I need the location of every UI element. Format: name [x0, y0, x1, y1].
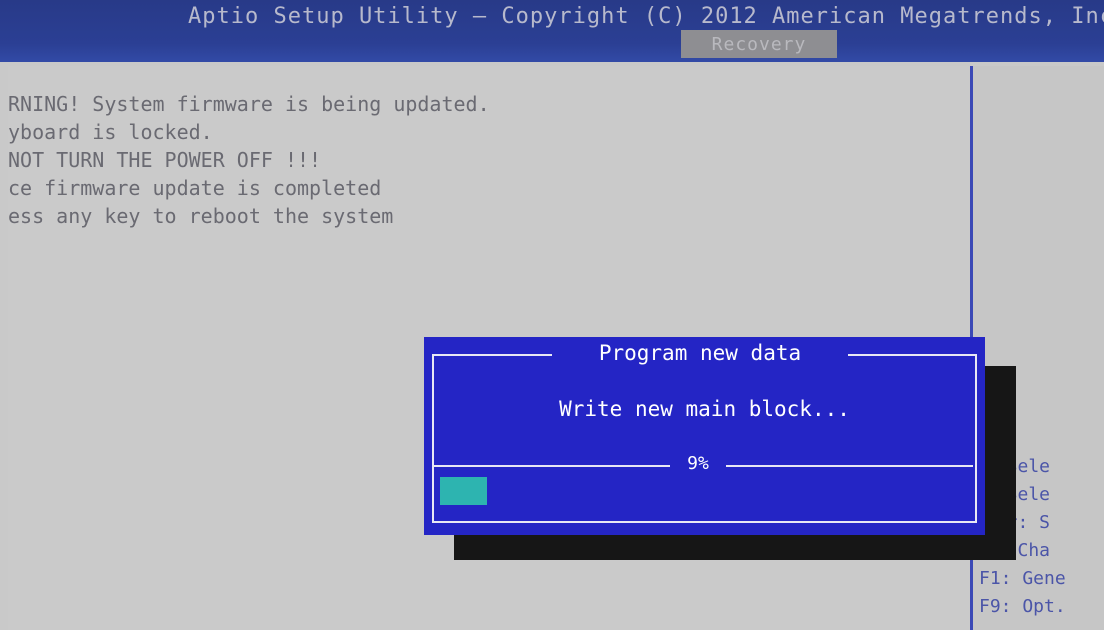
power-warning-message: NOT TURN THE POWER OFF !!! [8, 148, 322, 172]
dialog-frame-top-left [432, 354, 552, 356]
dialog-status-message: Write new main block... [559, 397, 850, 421]
progress-percent-label: 9% [687, 453, 709, 474]
help-f9-optimized-defaults: F9: Opt. [979, 596, 1066, 617]
reboot-instruction-message: ess any key to reboot the system [8, 204, 394, 228]
progress-bar-fill [440, 477, 487, 505]
progress-bar [440, 477, 967, 507]
dialog-title: Program new data [598, 341, 802, 365]
dialog-frame-top-right [848, 354, 975, 356]
help-f1-general-help: F1: Gene [979, 568, 1066, 589]
progress-separator-right [726, 465, 973, 467]
progress-separator-left [434, 465, 670, 467]
warning-message-line: RNING! System firmware is being updated. [8, 92, 490, 116]
title-bar: Aptio Setup Utility – Copyright (C) 2012… [0, 0, 1104, 62]
tab-recovery[interactable]: Recovery [681, 30, 837, 58]
app-title: Aptio Setup Utility – Copyright (C) 2012… [188, 4, 1104, 29]
keyboard-locked-message: yboard is locked. [8, 120, 213, 144]
program-progress-dialog: Program new data Write new main block...… [424, 337, 985, 535]
update-complete-message: ce firmware update is completed [8, 176, 382, 200]
